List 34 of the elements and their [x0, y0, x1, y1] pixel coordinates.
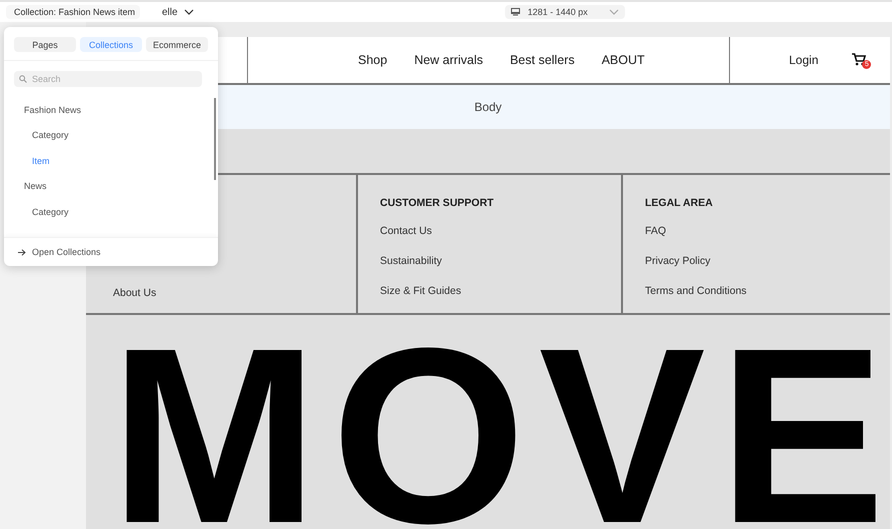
page-label: Collection: Fashion News item [6, 5, 140, 19]
footer-link[interactable]: Size & Fit Guides [380, 285, 621, 297]
chevron-down-icon [184, 9, 194, 15]
nav-link[interactable]: Best sellers [510, 53, 575, 67]
tree-item[interactable]: Category [32, 199, 69, 224]
cart-icon[interactable] [852, 53, 866, 66]
hero-text: MOVE [109, 342, 890, 529]
footer-link[interactable]: Contact Us [380, 225, 621, 237]
breakpoint-dropdown[interactable]: 1281 - 1440 px [504, 5, 625, 19]
tree-item[interactable]: Fashion News [24, 97, 82, 122]
tree-item[interactable]: News [24, 174, 47, 199]
footer-link[interactable]: FAQ [645, 225, 890, 237]
login-link[interactable]: Login [789, 53, 818, 67]
chevron-down-icon [608, 9, 619, 15]
nav-link[interactable]: Shop [358, 53, 388, 67]
scrollbar-thumb[interactable] [214, 98, 216, 180]
search-field[interactable]: Search [14, 71, 202, 87]
footer-link[interactable]: Privacy Policy [645, 255, 890, 267]
section-label: Body [474, 100, 502, 114]
tab[interactable]: Ecommerce [146, 37, 208, 52]
footer-link[interactable]: Sustainability [380, 255, 621, 267]
arrow-right-icon [18, 248, 26, 256]
footer-link[interactable]: About Us [113, 287, 356, 299]
tree-item[interactable]: Item [32, 148, 50, 174]
monitor-icon [510, 8, 520, 16]
tab[interactable]: Pages [14, 37, 76, 52]
footer-heading: LEGAL AREA [645, 197, 714, 209]
footer-link[interactable]: Terms and Conditions [645, 285, 890, 297]
variant-dropdown[interactable]: elle [162, 6, 194, 18]
nav-link[interactable]: ABOUT [602, 53, 645, 67]
tree-item[interactable]: Category [32, 122, 69, 148]
open-collections-link[interactable]: Open Collections [32, 247, 101, 257]
nav-link[interactable]: New arrivals [414, 53, 483, 67]
footer-heading: CUSTOMER SUPPORT [380, 197, 495, 209]
